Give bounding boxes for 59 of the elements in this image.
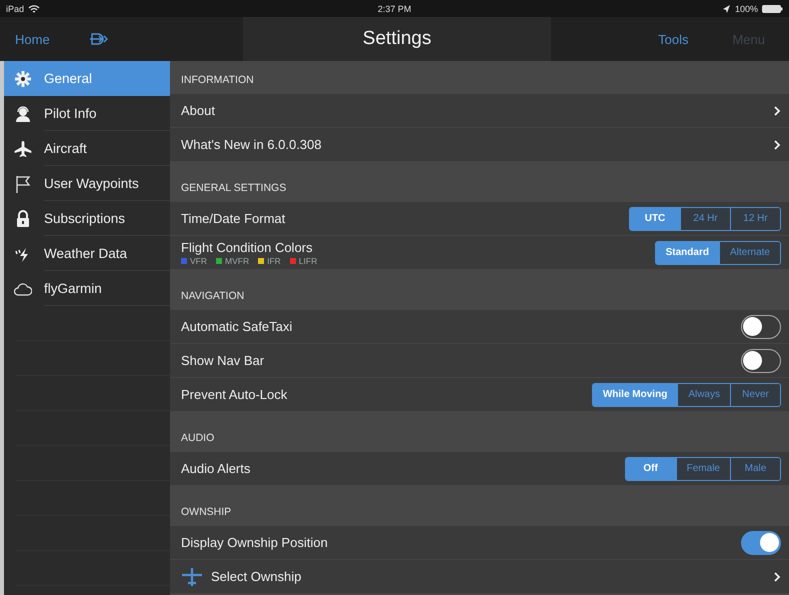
sidebar-item[interactable]: User Waypoints: [4, 166, 170, 201]
setting-label: Display Ownship Position: [181, 535, 329, 550]
setting-label: Show Nav Bar: [181, 353, 266, 368]
sidebar-item[interactable]: flyGarmin: [4, 271, 170, 306]
chevron-right-icon: [774, 140, 781, 150]
segment-option[interactable]: Alternate: [718, 242, 780, 264]
setting-label: Audio Alerts: [181, 461, 252, 476]
segment-option[interactable]: Off: [626, 458, 676, 480]
route-arrow-icon[interactable]: [90, 31, 108, 47]
screen-title: Settings: [362, 28, 432, 50]
person-icon: [14, 104, 32, 122]
setting-label: About: [181, 103, 216, 118]
battery-percent: 100%: [734, 4, 758, 14]
chevron-right-icon: [774, 106, 781, 116]
gear-icon: [14, 70, 32, 88]
segment-option[interactable]: Standard: [656, 242, 719, 264]
airplane-icon: [14, 140, 32, 158]
segment-option[interactable]: UTC: [630, 208, 680, 230]
tools-link[interactable]: Tools: [658, 32, 688, 46]
chevron-right-icon: [774, 572, 781, 582]
wifi-icon: [28, 4, 40, 14]
setting-label: What's New in 6.0.0.308: [181, 137, 322, 152]
setting-label: Automatic SafeTaxi: [181, 319, 294, 334]
clock-time: 2:37 PM: [378, 4, 412, 14]
legend-label: MVFR: [225, 256, 250, 266]
segment-option[interactable]: 24 Hr: [680, 208, 730, 230]
setting-label: Flight Condition Colors: [181, 240, 314, 254]
segment-option[interactable]: Male: [730, 458, 780, 480]
segment-option[interactable]: Never: [730, 384, 780, 406]
legend-label: LIFR: [298, 256, 318, 266]
section-header: OWNSHIP: [181, 506, 232, 518]
carrier-label: iPad: [6, 4, 24, 14]
section-header: AUDIO: [181, 432, 214, 444]
flag-icon: [14, 174, 32, 192]
toggle-switch[interactable]: [741, 314, 781, 338]
legend-label: IFR: [267, 256, 281, 266]
toggle-switch[interactable]: [741, 348, 781, 372]
legend-label: VFR: [190, 256, 207, 266]
lock-icon: [14, 210, 32, 228]
segment-option[interactable]: Always: [677, 384, 730, 406]
location-arrow-icon: [722, 4, 731, 14]
battery-icon: [762, 4, 783, 12]
setting-label: Select Ownship: [211, 569, 302, 584]
segment-option[interactable]: 12 Hr: [730, 208, 780, 230]
segment-option[interactable]: Female: [676, 458, 730, 480]
sidebar-item[interactable]: Aircraft: [4, 131, 170, 166]
sidebar-item[interactable]: Pilot Info: [4, 96, 170, 131]
toggle-switch[interactable]: [741, 530, 781, 554]
airplane-icon: [181, 566, 203, 586]
section-header: INFORMATION: [181, 74, 254, 86]
sidebar-item[interactable]: Subscriptions: [4, 201, 170, 236]
sidebar-item[interactable]: Weather Data: [4, 236, 170, 271]
home-link[interactable]: Home: [15, 32, 50, 46]
sidebar-item[interactable]: General: [4, 61, 170, 96]
setting-label: Prevent Auto-Lock: [181, 387, 288, 402]
setting-label: Time/Date Format: [181, 211, 286, 226]
section-header: GENERAL SETTINGS: [181, 182, 286, 194]
section-header: NAVIGATION: [181, 290, 244, 302]
segment-option[interactable]: While Moving: [592, 384, 678, 406]
